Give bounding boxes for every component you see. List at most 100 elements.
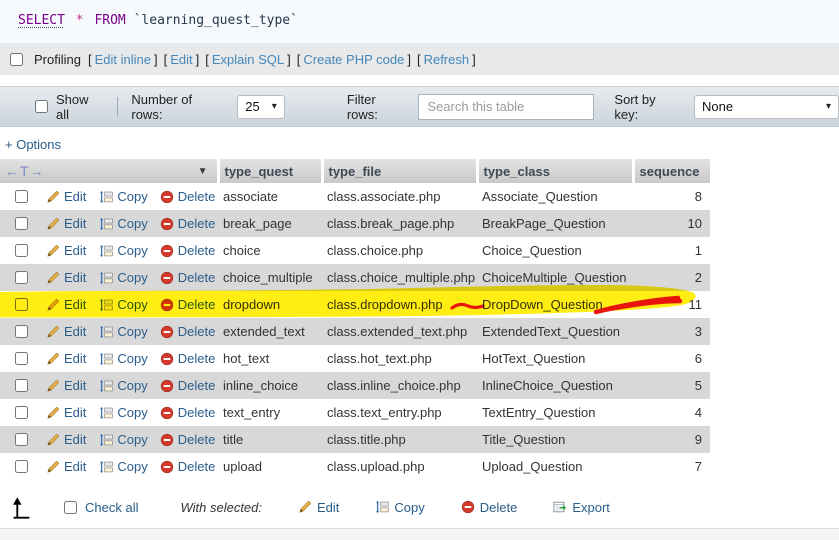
row-checkbox[interactable] [15, 379, 28, 392]
row-edit-link[interactable]: Edit [64, 270, 86, 285]
row-copy-link[interactable]: Copy [117, 216, 147, 231]
row-copy-link[interactable]: Copy [117, 270, 147, 285]
row-delete-link[interactable]: Delete [178, 297, 216, 312]
row-checkbox[interactable] [15, 433, 28, 446]
row-edit-link[interactable]: Edit [64, 459, 86, 474]
row-delete-link[interactable]: Delete [178, 432, 216, 447]
check-all-checkbox[interactable] [64, 501, 77, 514]
explain-sql-link[interactable]: Explain SQL [212, 52, 284, 67]
cell-sequence[interactable]: 2 [633, 264, 710, 291]
sort-triangle-icon[interactable]: ▼ [198, 166, 208, 177]
row-edit-link[interactable]: Edit [64, 351, 86, 366]
row-delete-link[interactable]: Delete [178, 405, 216, 420]
row-checkbox[interactable] [15, 190, 28, 203]
row-copy-link[interactable]: Copy [117, 432, 147, 447]
row-edit-link[interactable]: Edit [64, 297, 86, 312]
column-header-type-class[interactable]: type_class [477, 159, 633, 183]
rows-per-page-select[interactable]: 25 ▾ [237, 95, 285, 119]
cell-type-file[interactable]: class.choice_multiple.php [322, 264, 477, 291]
cell-sequence[interactable]: 6 [633, 345, 710, 372]
cell-type-file[interactable]: class.inline_choice.php [322, 372, 477, 399]
cell-type-class[interactable]: Title_Question [477, 426, 633, 453]
row-copy-link[interactable]: Copy [117, 189, 147, 204]
edit-inline-link[interactable]: Edit inline [95, 52, 151, 67]
row-edit-link[interactable]: Edit [64, 378, 86, 393]
row-copy-link[interactable]: Copy [117, 351, 147, 366]
cell-type-class[interactable]: ExtendedText_Question [477, 318, 633, 345]
row-delete-link[interactable]: Delete [178, 351, 216, 366]
row-checkbox[interactable] [15, 352, 28, 365]
cell-type-quest[interactable]: hot_text [218, 345, 322, 372]
cell-type-class[interactable]: DropDown_Question [477, 291, 633, 318]
cell-type-file[interactable]: class.title.php [322, 426, 477, 453]
row-checkbox[interactable] [15, 217, 28, 230]
row-copy-link[interactable]: Copy [117, 378, 147, 393]
cell-type-class[interactable]: Associate_Question [477, 183, 633, 210]
cell-type-class[interactable]: Choice_Question [477, 237, 633, 264]
cell-type-quest[interactable]: text_entry [218, 399, 322, 426]
row-checkbox[interactable] [15, 271, 28, 284]
row-delete-link[interactable]: Delete [178, 243, 216, 258]
refresh-link[interactable]: Refresh [424, 52, 470, 67]
cell-type-quest[interactable]: choice_multiple [218, 264, 322, 291]
row-edit-link[interactable]: Edit [64, 216, 86, 231]
cell-type-class[interactable]: TextEntry_Question [477, 399, 633, 426]
cell-type-file[interactable]: class.dropdown.php [322, 291, 477, 318]
row-delete-link[interactable]: Delete [178, 189, 216, 204]
cell-type-quest[interactable]: upload [218, 453, 322, 480]
row-copy-link[interactable]: Copy [117, 297, 147, 312]
cell-type-file[interactable]: class.break_page.php [322, 210, 477, 237]
cell-type-file[interactable]: class.upload.php [322, 453, 477, 480]
row-copy-link[interactable]: Copy [117, 459, 147, 474]
cell-type-quest[interactable]: title [218, 426, 322, 453]
row-edit-link[interactable]: Edit [64, 324, 86, 339]
show-all-checkbox[interactable] [35, 100, 48, 113]
cell-type-quest[interactable]: break_page [218, 210, 322, 237]
cell-type-class[interactable]: InlineChoice_Question [477, 372, 633, 399]
cell-sequence[interactable]: 8 [633, 183, 710, 210]
cell-sequence[interactable]: 9 [633, 426, 710, 453]
row-edit-link[interactable]: Edit [64, 243, 86, 258]
cell-type-class[interactable]: HotText_Question [477, 345, 633, 372]
selected-export-button[interactable]: Export [572, 500, 610, 515]
row-edit-link[interactable]: Edit [64, 189, 86, 204]
cell-type-quest[interactable]: dropdown [218, 291, 322, 318]
row-checkbox[interactable] [15, 460, 28, 473]
cell-sequence[interactable]: 5 [633, 372, 710, 399]
cell-type-file[interactable]: class.associate.php [322, 183, 477, 210]
row-delete-link[interactable]: Delete [178, 216, 216, 231]
row-checkbox[interactable] [15, 325, 28, 338]
cell-sequence[interactable]: 1 [633, 237, 710, 264]
cell-type-file[interactable]: class.text_entry.php [322, 399, 477, 426]
row-delete-link[interactable]: Delete [178, 378, 216, 393]
create-php-code-link[interactable]: Create PHP code [303, 52, 404, 67]
cell-type-class[interactable]: ChoiceMultiple_Question [477, 264, 633, 291]
check-all-label[interactable]: Check all [85, 500, 138, 515]
cell-sequence[interactable]: 10 [633, 210, 710, 237]
selected-edit-button[interactable]: Edit [317, 500, 339, 515]
row-edit-link[interactable]: Edit [64, 432, 86, 447]
cell-type-file[interactable]: class.extended_text.php [322, 318, 477, 345]
cell-type-quest[interactable]: extended_text [218, 318, 322, 345]
column-header-type-file[interactable]: type_file [322, 159, 477, 183]
column-header-sequence[interactable]: sequence [633, 159, 710, 183]
cell-type-file[interactable]: class.hot_text.php [322, 345, 477, 372]
row-copy-link[interactable]: Copy [117, 324, 147, 339]
row-delete-link[interactable]: Delete [178, 459, 216, 474]
cell-type-class[interactable]: Upload_Question [477, 453, 633, 480]
cell-sequence[interactable]: 4 [633, 399, 710, 426]
cell-type-class[interactable]: BreakPage_Question [477, 210, 633, 237]
cell-type-file[interactable]: class.choice.php [322, 237, 477, 264]
cell-sequence[interactable]: 7 [633, 453, 710, 480]
cell-type-quest[interactable]: inline_choice [218, 372, 322, 399]
selected-copy-button[interactable]: Copy [394, 500, 424, 515]
sort-by-key-select[interactable]: None ▾ [694, 95, 839, 119]
cell-sequence[interactable]: 3 [633, 318, 710, 345]
row-copy-link[interactable]: Copy [117, 243, 147, 258]
options-toggle-link[interactable]: + Options [5, 137, 61, 152]
row-delete-link[interactable]: Delete [178, 324, 216, 339]
cell-type-quest[interactable]: associate [218, 183, 322, 210]
show-all-label[interactable]: Show all [56, 92, 104, 122]
cell-sequence[interactable]: 11 [633, 291, 710, 318]
row-delete-link[interactable]: Delete [178, 270, 216, 285]
